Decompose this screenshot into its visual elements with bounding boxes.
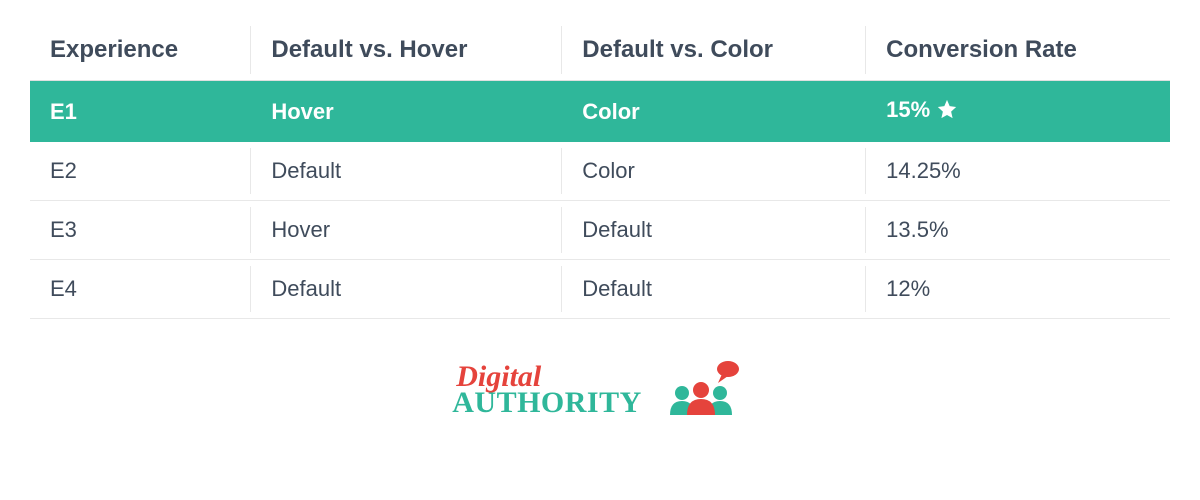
header-hover: Default vs. Hover (251, 20, 562, 81)
people-icon (666, 359, 748, 415)
table-row: E1HoverColor15% (30, 81, 1170, 143)
table-header-row: Experience Default vs. Hover Default vs.… (30, 20, 1170, 81)
cell-experience: E3 (30, 201, 251, 260)
cell-rate: 13.5% (866, 201, 1170, 260)
table-row: E4DefaultDefault12% (30, 260, 1170, 319)
cell-color: Default (562, 260, 866, 319)
table-row: E3HoverDefault13.5% (30, 201, 1170, 260)
header-color: Default vs. Color (562, 20, 866, 81)
cell-experience: E4 (30, 260, 251, 319)
star-icon (936, 98, 958, 126)
cell-color: Color (562, 142, 866, 201)
logo-container: Digital AUTHORITY (30, 359, 1170, 415)
table-body: E1HoverColor15%E2DefaultColor14.25%E3Hov… (30, 81, 1170, 319)
cell-hover: Default (251, 260, 562, 319)
cell-hover: Hover (251, 201, 562, 260)
cell-experience: E2 (30, 142, 251, 201)
cell-experience: E1 (30, 81, 251, 143)
cell-color: Default (562, 201, 866, 260)
cell-rate: 12% (866, 260, 1170, 319)
cell-hover: Hover (251, 81, 562, 143)
cell-color: Color (562, 81, 866, 143)
logo-line2: AUTHORITY (452, 390, 642, 416)
cell-rate: 15% (866, 81, 1170, 143)
header-rate: Conversion Rate (866, 20, 1170, 81)
cell-hover: Default (251, 142, 562, 201)
brand-logo: Digital AUTHORITY (452, 359, 748, 415)
header-experience: Experience (30, 20, 251, 81)
logo-text: Digital AUTHORITY (452, 364, 642, 415)
table-row: E2DefaultColor14.25% (30, 142, 1170, 201)
conversion-table: Experience Default vs. Hover Default vs.… (30, 20, 1170, 319)
cell-rate: 14.25% (866, 142, 1170, 201)
